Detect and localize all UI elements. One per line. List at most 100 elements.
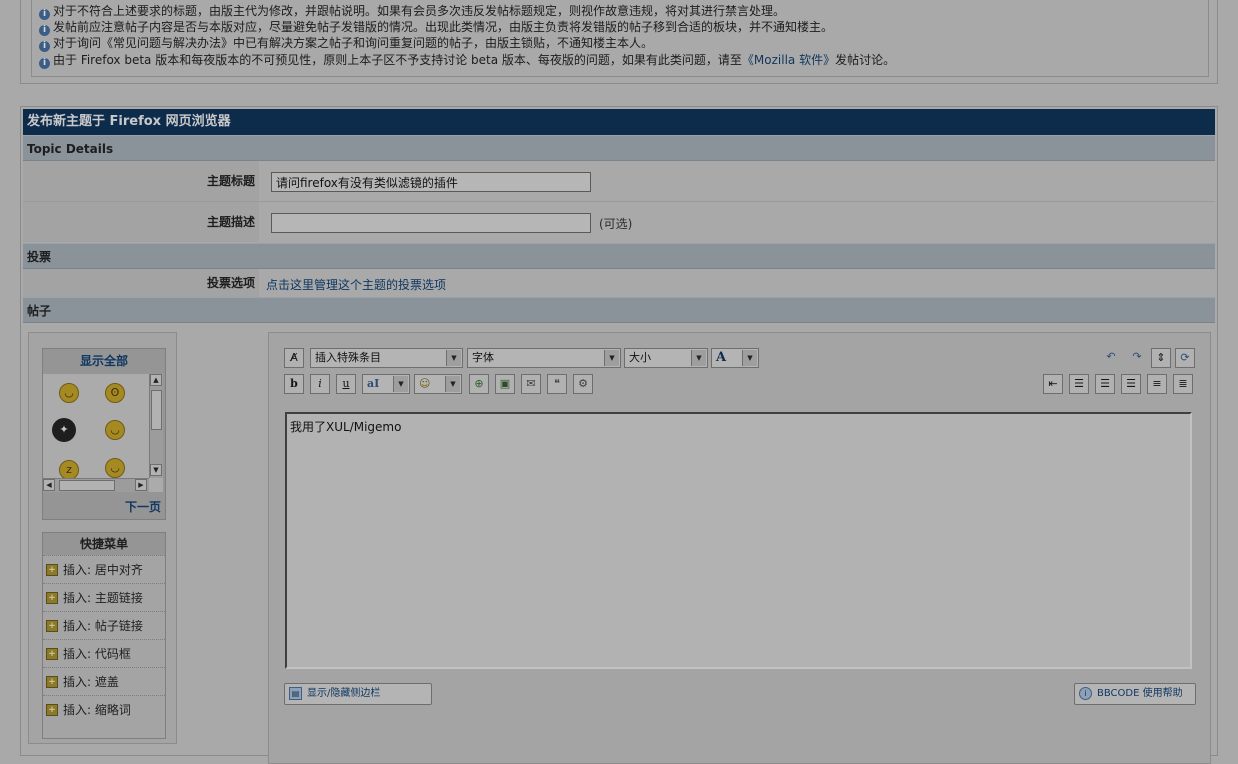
- image-icon: ▣: [499, 377, 511, 390]
- insert-icon: +: [46, 648, 58, 660]
- toggle-sidebar-button[interactable]: ▤ 显示/隐藏侧边栏: [284, 683, 432, 705]
- mozilla-software-link[interactable]: 《Mozilla 软件》: [742, 53, 835, 67]
- chevron-down-icon: ▼: [691, 350, 706, 366]
- smiley-icon: ☺: [419, 377, 431, 390]
- info-icon: i: [39, 58, 50, 69]
- description-label: 主题描述: [23, 202, 259, 242]
- scroll-thumb[interactable]: [59, 480, 115, 491]
- editor-panel: A̸ 插入特殊条目 ▼ 字体 ▼ 大小 ▼ A ▼ ↶ ↷ ⇕ ⟳ b i u aI ▼ …: [268, 332, 1211, 764]
- quote-icon: ❝: [554, 377, 560, 390]
- forum-rules-box: i 对于不符合上述要求的标题，由版主代为修改，并跟帖说明。如果有会员多次违反发帖标…: [20, 0, 1218, 84]
- emoticon-vertical-scrollbar[interactable]: ▲ ▼: [149, 374, 163, 478]
- underline-button[interactable]: u: [336, 374, 356, 394]
- insert-icon: +: [46, 620, 58, 632]
- smile-emoticon[interactable]: ◡: [59, 383, 79, 403]
- undo-button[interactable]: ↶: [1101, 348, 1121, 368]
- poll-heading: 投票: [23, 243, 1215, 269]
- grin-emoticon[interactable]: ◡: [105, 458, 125, 478]
- insert-icon: +: [46, 592, 58, 604]
- subject-label: 主题标题: [23, 161, 259, 201]
- quick-menu-item[interactable]: + 插入: 居中对齐: [43, 555, 165, 583]
- insert-code-button[interactable]: ⚙: [573, 374, 593, 394]
- quick-menu-item[interactable]: + 插入: 缩略词: [43, 695, 165, 723]
- insert-image-button[interactable]: ▣: [495, 374, 515, 394]
- insert-icon: +: [46, 564, 58, 576]
- redo-icon: ↷: [1132, 350, 1142, 363]
- ninja-emoticon[interactable]: ✦: [52, 418, 76, 442]
- resize-editor-button[interactable]: ⇕: [1151, 348, 1171, 368]
- form-title: 发布新主题于 Firefox 网页浏览器: [23, 109, 1215, 135]
- align-left-icon: ☰: [1074, 377, 1084, 390]
- insert-email-button[interactable]: ✉: [521, 374, 541, 394]
- emoticon-next-page-link[interactable]: 下一页: [125, 498, 161, 515]
- topic-details-heading: Topic Details: [23, 135, 1215, 161]
- rule-line: i 由于 Firefox beta 版本和每夜版本的不可预见性，原则上本子区不予支…: [39, 51, 895, 69]
- outdent-button[interactable]: ⇤: [1043, 374, 1063, 394]
- scroll-thumb[interactable]: [151, 390, 162, 430]
- rule-line: i 对于询问《常见问题与解决办法》中已有解决方案之帖子和询问重复问题的帖子，由版主…: [39, 34, 653, 52]
- undo-icon: ↶: [1106, 350, 1116, 363]
- quick-menu-title: 快捷菜单: [43, 533, 165, 555]
- redo-button[interactable]: ↷: [1127, 348, 1147, 368]
- align-right-button[interactable]: ☰: [1121, 374, 1141, 394]
- align-left-button[interactable]: ☰: [1069, 374, 1089, 394]
- special-item-select[interactable]: 插入特殊条目 ▼: [310, 348, 463, 368]
- align-right-icon: ☰: [1126, 377, 1136, 390]
- description-input[interactable]: [271, 213, 591, 233]
- italic-button[interactable]: i: [310, 374, 330, 394]
- email-icon: ✉: [526, 377, 536, 390]
- remove-format-button[interactable]: A̸: [284, 348, 304, 368]
- sleepy-emoticon[interactable]: z: [59, 460, 79, 480]
- unordered-list-button[interactable]: ≣: [1173, 374, 1193, 394]
- show-all-emoticons-link[interactable]: 显示全部: [43, 352, 165, 369]
- font-select[interactable]: 字体 ▼: [467, 348, 621, 368]
- sidebar-icon: ▤: [289, 687, 302, 700]
- insert-icon: +: [46, 676, 58, 688]
- scroll-right-arrow-icon[interactable]: ▶: [135, 479, 147, 491]
- font-effects-select[interactable]: aI ▼: [362, 374, 410, 394]
- insert-quote-button[interactable]: ❝: [547, 374, 567, 394]
- insert-icon: +: [46, 704, 58, 716]
- bbcode-help-button[interactable]: i BBCODE 使用帮助: [1074, 683, 1196, 705]
- align-center-button[interactable]: ☰: [1095, 374, 1115, 394]
- refresh-icon: ⟳: [1180, 351, 1190, 364]
- chevron-down-icon: ▼: [393, 376, 408, 392]
- manage-poll-link[interactable]: 点击这里管理这个主题的投票选项: [266, 276, 446, 293]
- quick-menu-item[interactable]: + 插入: 主题链接: [43, 583, 165, 611]
- quick-menu-item[interactable]: + 插入: 帖子链接: [43, 611, 165, 639]
- quick-menu-item[interactable]: + 插入: 代码框: [43, 639, 165, 667]
- scroll-down-arrow-icon[interactable]: ▼: [150, 464, 162, 476]
- link-icon: ⊕: [474, 377, 484, 390]
- quick-menu-item[interactable]: + 插入: 遮盖: [43, 667, 165, 695]
- code-icon: ⚙: [578, 377, 588, 390]
- post-content-editor[interactable]: 我用了XUL/Migemo: [285, 412, 1192, 669]
- insert-link-button[interactable]: ⊕: [469, 374, 489, 394]
- unordered-list-icon: ≣: [1178, 377, 1188, 390]
- resize-icon: ⇕: [1156, 351, 1166, 364]
- post-heading: 帖子: [23, 297, 1215, 323]
- bold-button[interactable]: b: [284, 374, 304, 394]
- emoticon-horizontal-scrollbar[interactable]: ◀ ▶: [43, 478, 149, 492]
- emoticon-box: 显示全部 ◡ ʘ ✦ ◡ z ◡ ▲ ▼ ◀ ▶ 下一页: [42, 348, 166, 520]
- remove-format-icon: A̸: [290, 351, 298, 364]
- happy-emoticon[interactable]: ◡: [105, 420, 125, 440]
- switch-editor-mode-button[interactable]: ⟳: [1175, 348, 1195, 368]
- align-center-icon: ☰: [1100, 377, 1110, 390]
- font-color-select[interactable]: A ▼: [711, 348, 759, 368]
- chevron-down-icon: ▼: [446, 350, 461, 366]
- scroll-up-arrow-icon[interactable]: ▲: [150, 374, 162, 386]
- chevron-down-icon: ▼: [742, 350, 757, 366]
- subject-input[interactable]: [271, 172, 591, 192]
- help-icon: i: [1079, 687, 1092, 700]
- glasses-emoticon[interactable]: ʘ: [105, 383, 125, 403]
- optional-hint: (可选): [599, 217, 633, 231]
- chevron-down-icon: ▼: [445, 376, 460, 392]
- new-topic-form: 发布新主题于 Firefox 网页浏览器 Topic Details 主题标题 …: [20, 106, 1218, 764]
- font-effects-icon: aI: [367, 377, 380, 390]
- size-select[interactable]: 大小 ▼: [624, 348, 708, 368]
- ordered-list-button[interactable]: ≡: [1147, 374, 1167, 394]
- scroll-left-arrow-icon[interactable]: ◀: [43, 479, 55, 491]
- emoticon-select[interactable]: ☺ ▼: [414, 374, 462, 394]
- quick-menu: 快捷菜单 + 插入: 居中对齐 + 插入: 主题链接 + 插入: 帖子链接 + 插入: …: [42, 532, 166, 739]
- outdent-icon: ⇤: [1048, 377, 1058, 390]
